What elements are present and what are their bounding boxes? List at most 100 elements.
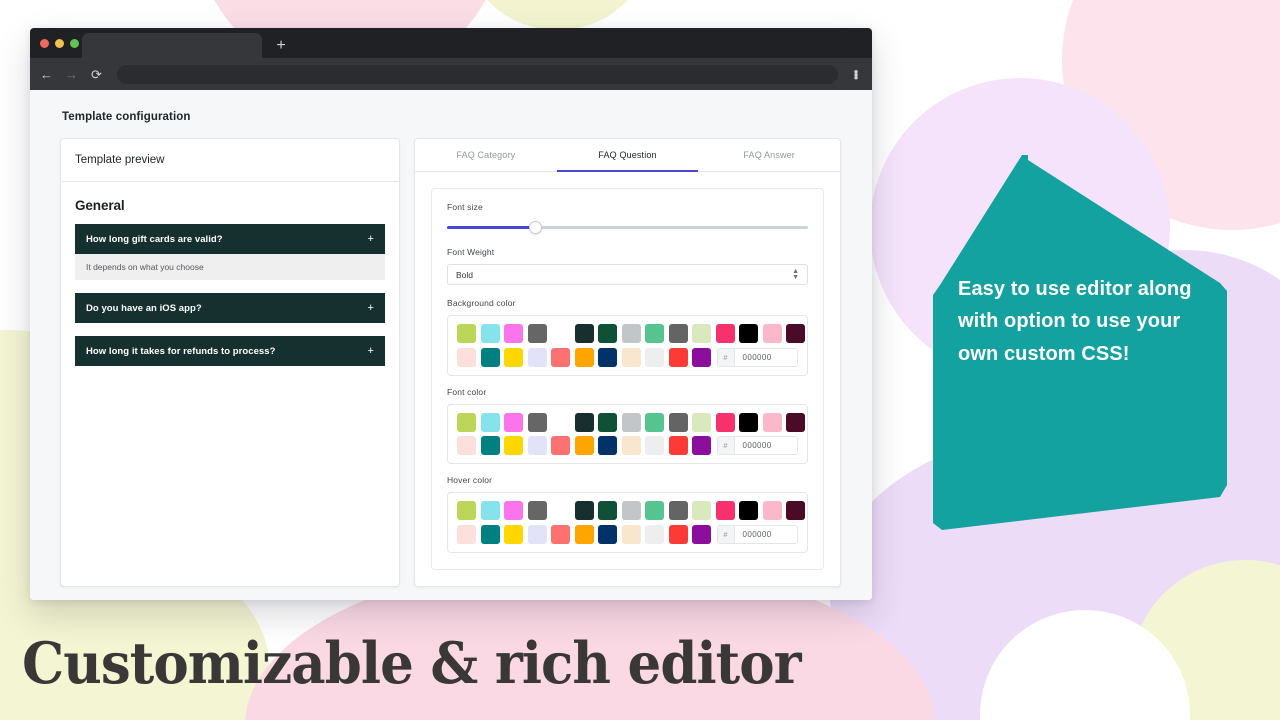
color-swatch[interactable] [457,412,476,432]
expand-icon[interactable]: + [368,302,374,314]
hover-color-palette[interactable]: #000000 [447,492,808,553]
tab-faq-answer[interactable]: FAQ Answer [698,139,840,171]
color-swatch[interactable] [645,347,664,367]
color-swatch[interactable] [480,324,500,343]
color-swatch[interactable] [504,524,523,544]
color-swatch[interactable] [645,436,664,455]
background-color-palette[interactable]: #000000 [447,315,808,376]
browser-menu-icon[interactable]: • • • [850,65,862,84]
close-window-button[interactable] [40,39,49,48]
font-size-slider[interactable] [447,219,808,235]
color-swatch[interactable] [527,324,547,343]
color-swatch[interactable] [598,412,617,432]
font-weight-select[interactable]: Bold ▲ ▼ [447,264,808,285]
color-swatch[interactable] [762,324,782,343]
color-swatch[interactable] [574,436,594,455]
color-swatch[interactable] [621,347,641,367]
tab-faq-question[interactable]: FAQ Question [556,139,699,172]
color-swatch[interactable] [527,524,547,544]
color-swatch[interactable] [480,501,500,520]
color-swatch[interactable] [598,347,617,367]
hex-value[interactable]: 000000 [735,353,772,362]
color-swatch[interactable] [692,412,711,432]
color-swatch[interactable] [668,412,688,432]
color-swatch[interactable] [598,324,617,343]
color-swatch[interactable] [457,324,476,343]
color-swatch[interactable] [551,347,570,367]
expand-icon[interactable]: + [368,345,374,357]
color-swatch[interactable] [457,524,476,544]
back-icon[interactable]: ← [40,68,53,81]
color-swatch[interactable] [598,524,617,544]
color-swatch[interactable] [692,524,711,544]
color-swatch[interactable] [504,347,523,367]
hex-input[interactable]: #000000 [716,524,798,544]
color-swatch[interactable] [621,324,641,343]
color-swatch[interactable] [668,324,688,343]
color-swatch[interactable] [480,412,500,432]
window-controls[interactable] [40,39,79,48]
maximize-window-button[interactable] [70,39,79,48]
color-swatch[interactable] [621,412,641,432]
color-swatch[interactable] [786,501,805,520]
color-swatch[interactable] [574,501,594,520]
color-swatch[interactable] [480,347,500,367]
slider-thumb[interactable] [528,221,542,234]
color-swatch[interactable] [480,524,500,544]
color-swatch[interactable] [739,412,758,432]
color-swatch[interactable] [762,501,782,520]
color-swatch[interactable] [457,436,476,455]
color-swatch[interactable] [762,412,782,432]
new-tab-button[interactable]: + [272,37,290,55]
hex-value[interactable]: 000000 [735,530,772,539]
tab-faq-category[interactable]: FAQ Category [415,139,557,171]
hex-input[interactable]: #000000 [716,347,798,367]
color-swatch[interactable] [668,524,688,544]
color-swatch[interactable] [715,412,735,432]
color-swatch[interactable] [480,436,500,455]
color-swatch[interactable] [668,347,688,367]
color-swatch[interactable] [668,436,688,455]
forward-icon[interactable]: → [65,68,78,81]
hex-value[interactable]: 000000 [735,441,772,450]
color-swatch[interactable] [692,436,711,455]
color-swatch[interactable] [504,324,523,343]
address-bar[interactable] [117,64,838,84]
color-swatch[interactable] [551,436,570,455]
color-swatch[interactable] [692,501,711,520]
color-swatch[interactable] [574,412,594,432]
color-swatch[interactable] [527,436,547,455]
faq-question-row[interactable]: How long gift cards are valid? + [75,224,385,254]
color-swatch[interactable] [692,324,711,343]
color-swatch[interactable] [504,501,523,520]
color-swatch[interactable] [739,501,758,520]
color-swatch[interactable] [574,347,594,367]
color-swatch[interactable] [645,324,664,343]
stepper-icon[interactable]: ▲ ▼ [792,268,799,281]
color-swatch[interactable] [715,324,735,343]
color-swatch[interactable] [504,436,523,455]
reload-icon[interactable]: ⟳ [90,68,103,81]
color-swatch[interactable] [715,501,735,520]
color-swatch[interactable] [598,501,617,520]
color-swatch[interactable] [786,324,805,343]
color-swatch[interactable] [645,524,664,544]
hex-input[interactable]: #000000 [716,436,798,455]
color-swatch[interactable] [786,412,805,432]
color-swatch[interactable] [645,501,664,520]
color-swatch[interactable] [739,324,758,343]
color-swatch[interactable] [574,324,594,343]
color-swatch[interactable] [598,436,617,455]
color-swatch[interactable] [504,412,523,432]
browser-tab[interactable] [82,33,262,58]
color-swatch[interactable] [692,347,711,367]
color-swatch[interactable] [668,501,688,520]
minimize-window-button[interactable] [55,39,64,48]
color-swatch[interactable] [645,412,664,432]
color-swatch[interactable] [527,347,547,367]
color-swatch[interactable] [527,412,547,432]
color-swatch[interactable] [621,436,641,455]
color-swatch[interactable] [457,501,476,520]
color-swatch[interactable] [621,524,641,544]
expand-icon[interactable]: + [368,233,374,245]
